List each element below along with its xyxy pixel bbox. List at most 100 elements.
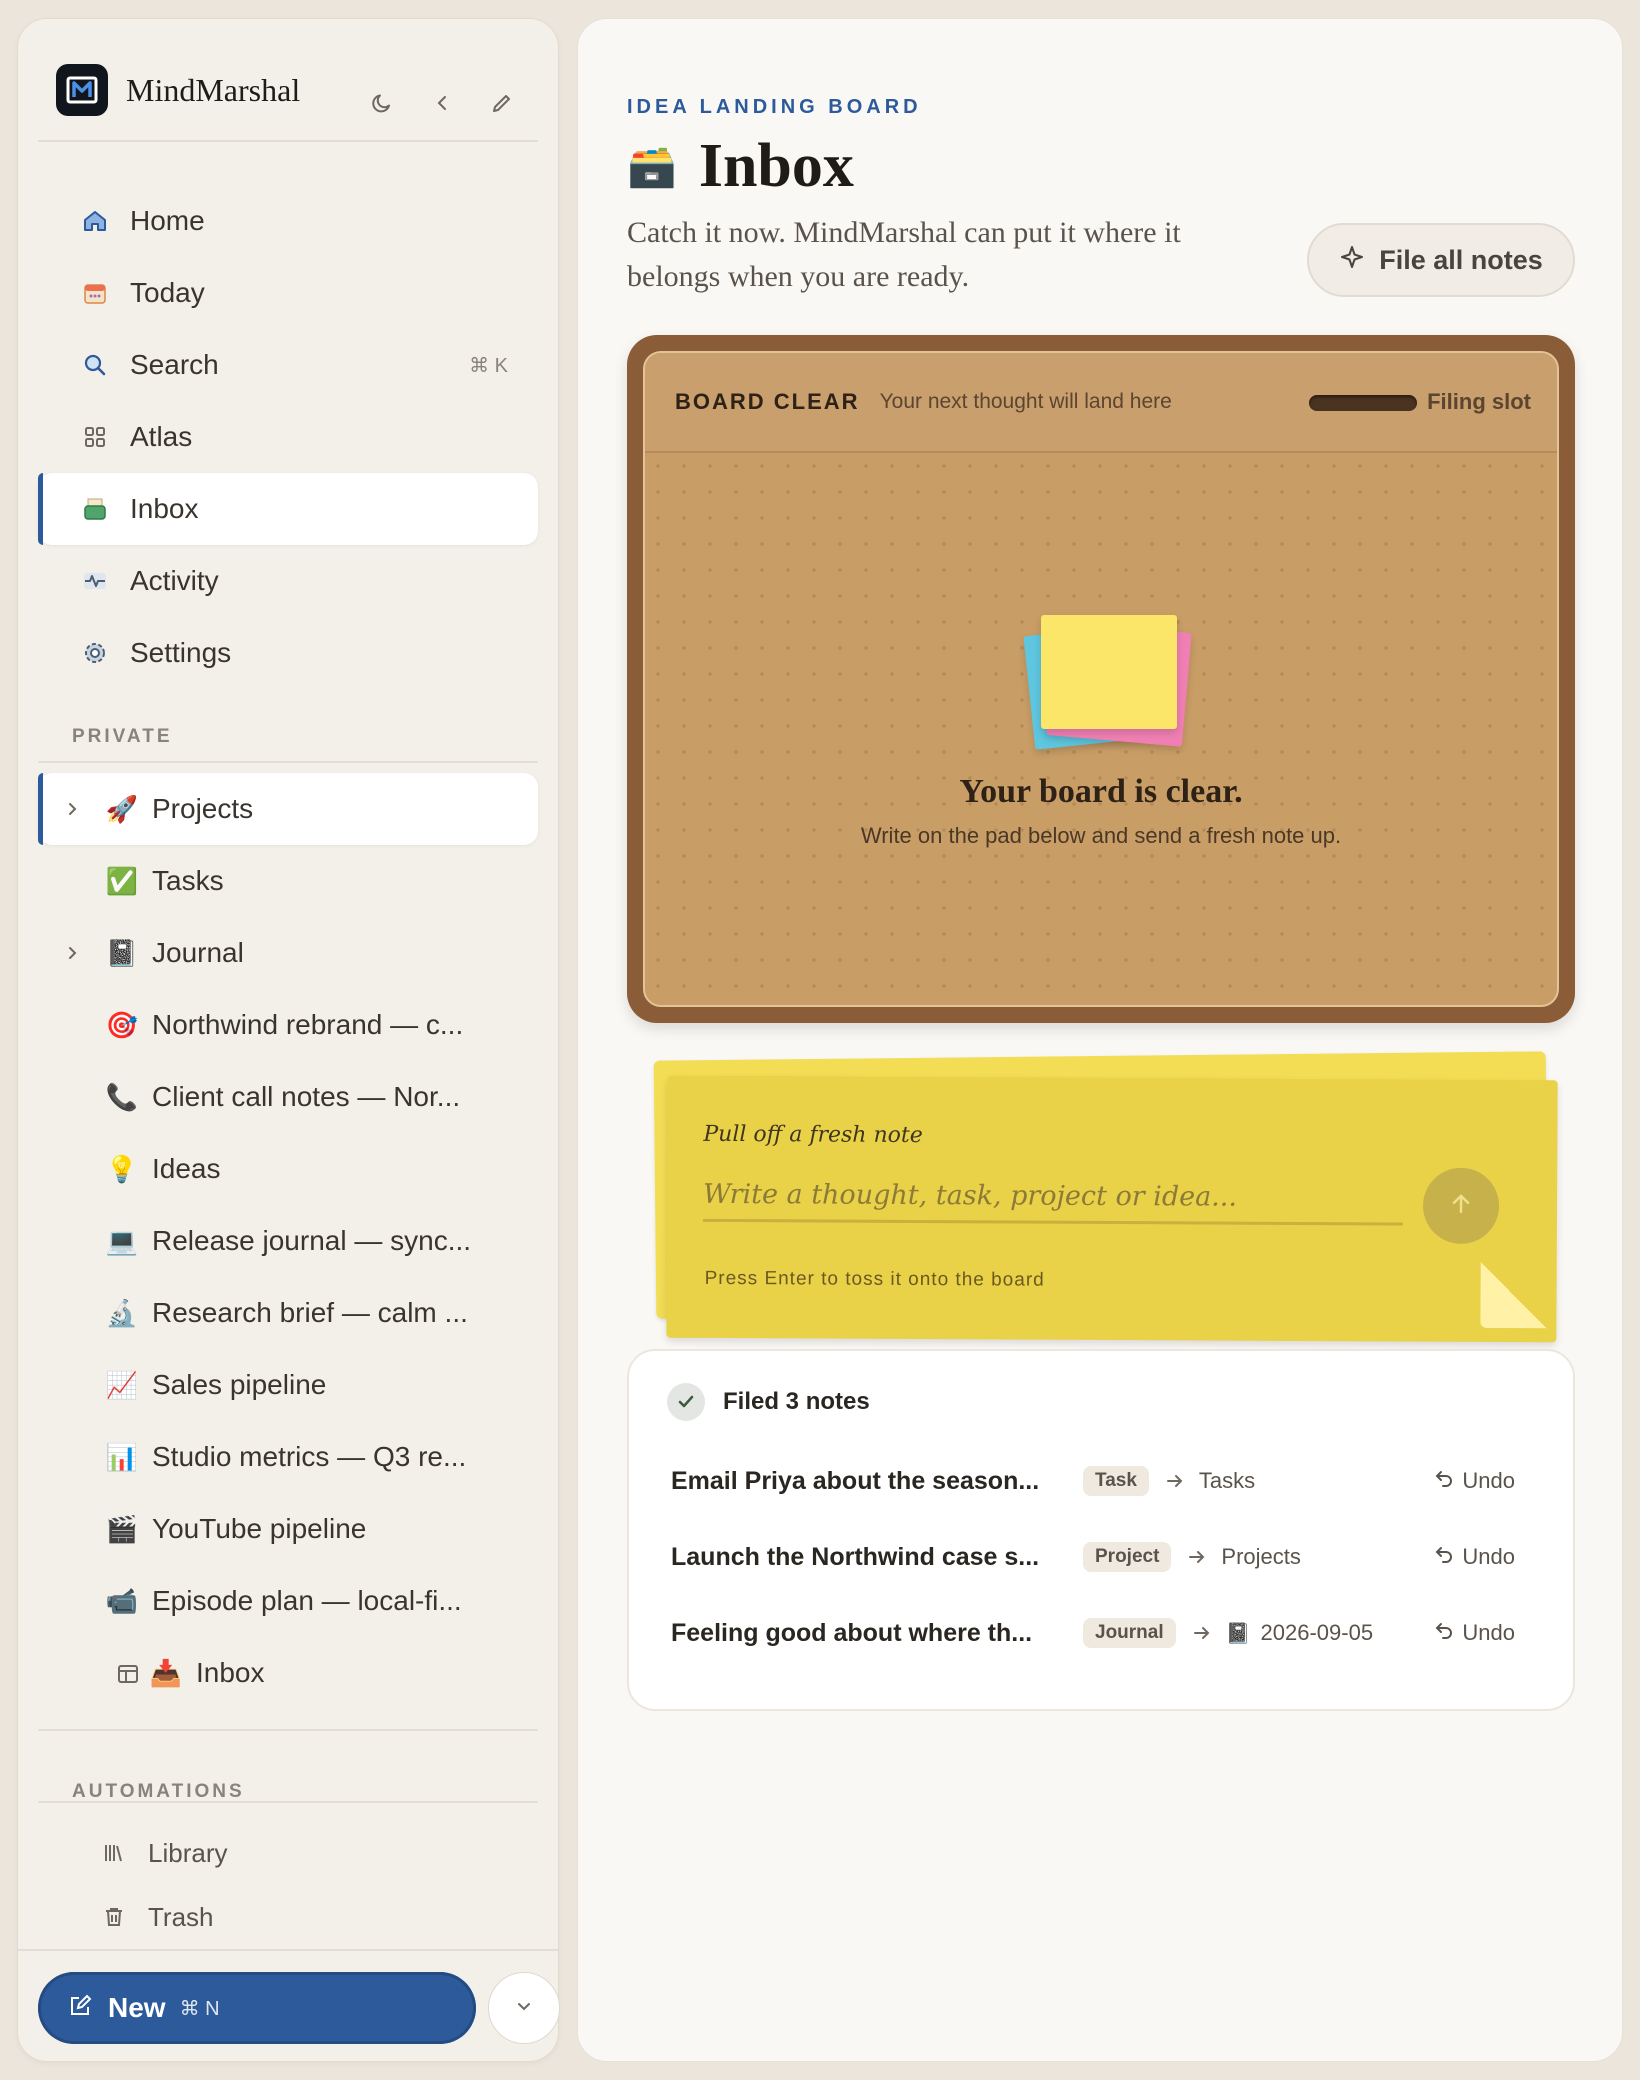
new-options-button[interactable] [488,1972,560,2044]
undo-label: Undo [1462,1620,1515,1645]
moon-icon[interactable] [368,89,396,117]
filed-row[interactable]: Launch the Northwind case s... Project P… [671,1529,1533,1585]
undo-button[interactable]: Undo [1434,1544,1515,1570]
new-note-icon [68,1994,92,2023]
private-tree: 🚀 Projects ✅ Tasks 📓 Journal 🎯 Northwind… [38,773,538,1709]
tree-item-sales-pipeline[interactable]: 📈 Sales pipeline [38,1349,538,1421]
empty-state-title: Your board is clear. [959,773,1243,810]
tree-item-label: Projects [152,793,254,824]
filed-destination: 📓 2026-09-05 [1226,1620,1373,1646]
tree-item-label: Episode plan — local-fi... [152,1585,462,1616]
tree-item-label: Journal [152,937,244,968]
notebook-icon: 📓 [1225,1622,1251,1645]
new-button[interactable]: New ⌘ N [38,1972,476,2044]
chart-up-icon: 📈 [105,1369,139,1400]
tree-item-label: Client call notes — Nor... [152,1081,461,1112]
nav-item-atlas[interactable]: Atlas [38,401,538,473]
calendar-icon [80,278,110,308]
filed-destination-label: Projects [1221,1544,1301,1569]
sticky-note-yellow [1041,615,1177,729]
phone-icon: 📞 [105,1081,139,1112]
tree-item-inbox-db[interactable]: 📥 Inbox [38,1637,538,1709]
filed-row[interactable]: Email Priya about the season... Task Tas… [671,1453,1533,1509]
tree-item-label: YouTube pipeline [152,1513,367,1544]
tree-item-northwind-rebrand[interactable]: 🎯 Northwind rebrand — c... [38,989,538,1061]
undo-button[interactable]: Undo [1434,1620,1515,1646]
divider [38,761,538,763]
filed-note-text: Launch the Northwind case s... [671,1542,1040,1571]
brand[interactable]: MindMarshal [56,63,300,117]
pencil-icon[interactable] [488,89,516,117]
filed-note-text: Email Priya about the season... [671,1466,1040,1495]
video-camera-icon: 📹 [105,1585,139,1616]
main-nav: Home Today Search ⌘ K Atlas Inbox Activi… [38,185,538,689]
page-eyebrow: IDEA LANDING BOARD [627,96,922,118]
main-panel: IDEA LANDING BOARD 🗃️ Inbox Catch it now… [577,18,1623,2062]
page-title: Inbox [698,132,854,200]
filing-slot-label: Filing slot [1427,389,1531,414]
send-note-button[interactable] [1422,1167,1500,1245]
tree-item-tasks[interactable]: ✅ Tasks [38,845,538,917]
app-name: MindMarshal [126,71,301,108]
nav-label: Settings [130,637,232,668]
tree-item-release-journal[interactable]: 💻 Release journal — sync... [38,1205,538,1277]
rocket-icon: 🚀 [105,793,139,824]
library-icon [100,1839,128,1867]
nav-item-inbox[interactable]: Inbox [38,473,538,545]
sparkle-icon [1339,244,1365,277]
nav-item-today[interactable]: Today [38,257,538,329]
search-icon [80,350,110,380]
chevron-right-icon[interactable] [62,943,82,963]
tree-item-label: Northwind rebrand — c... [152,1009,464,1040]
nav-item-activity[interactable]: Activity [38,545,538,617]
section-label-automations: AUTOMATIONS [72,1781,245,1797]
nav-item-search[interactable]: Search ⌘ K [38,329,538,401]
undo-label: Undo [1462,1468,1515,1493]
file-all-notes-label: File all notes [1379,244,1543,275]
board-header: BOARD CLEAR Your next thought will land … [645,353,1557,453]
divider [18,1949,558,1951]
tree-item-journal[interactable]: 📓 Journal [38,917,538,989]
divider [38,1801,538,1803]
inbox-tray-icon [80,494,110,524]
tree-item-ideas[interactable]: 💡 Ideas [38,1133,538,1205]
bottom-link-label: Trash [148,1901,214,1932]
undo-button[interactable]: Undo [1434,1468,1515,1494]
file-all-notes-button[interactable]: File all notes [1307,223,1575,297]
tree-item-studio-metrics[interactable]: 📊 Studio metrics — Q3 re... [38,1421,538,1493]
board-hint: Your next thought will land here [879,390,1172,413]
note-type-badge: Task [1083,1466,1149,1496]
trash-link[interactable]: Trash [38,1885,538,1949]
sidebar: MindMarshal Home Today Search ⌘ K Atlas … [17,18,560,2062]
target-icon: 🎯 [105,1009,139,1040]
nav-item-home[interactable]: Home [38,185,538,257]
undo-icon [1434,1620,1454,1646]
tree-item-client-call-notes[interactable]: 📞 Client call notes — Nor... [38,1061,538,1133]
board-status: BOARD CLEAR [675,389,860,414]
nav-item-settings[interactable]: Settings [38,617,538,689]
tree-item-youtube-pipeline[interactable]: 🎬 YouTube pipeline [38,1493,538,1565]
sticky-notes-stack-icon [1023,615,1192,750]
chevron-right-icon[interactable] [62,799,82,819]
clapper-icon: 🎬 [105,1513,139,1544]
nav-label: Home [130,205,205,236]
note-input[interactable] [702,1169,1404,1226]
check-box-icon: ✅ [105,865,139,896]
arrow-right-icon [1187,1547,1207,1567]
tree-item-projects[interactable]: 🚀 Projects [38,773,538,845]
tree-item-episode-plan[interactable]: 📹 Episode plan — local-fi... [38,1565,538,1637]
filed-header: Filed 3 notes [667,1383,870,1421]
trash-icon [100,1903,128,1931]
filed-note-text: Feeling good about where th... [671,1618,1033,1647]
collapse-sidebar-icon[interactable] [428,89,456,117]
note-type-badge: Journal [1083,1618,1176,1648]
filing-slot [1309,395,1417,411]
lightbulb-icon: 💡 [105,1153,139,1184]
page-curl [1480,1261,1547,1329]
library-link[interactable]: Library [38,1821,538,1885]
microscope-icon: 🔬 [105,1297,139,1328]
filed-row[interactable]: Feeling good about where th... Journal 📓… [671,1605,1533,1661]
filed-destination: Projects [1221,1544,1300,1570]
tree-item-research-brief[interactable]: 🔬 Research brief — calm ... [38,1277,538,1349]
gear-icon [80,638,110,668]
